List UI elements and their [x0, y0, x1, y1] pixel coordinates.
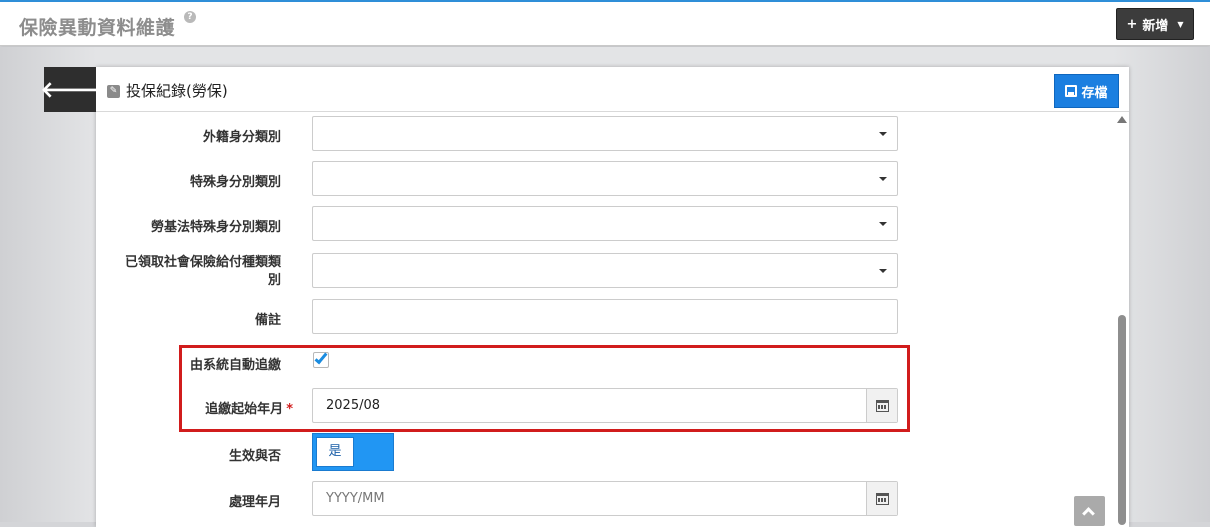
floppy-disk-icon	[1065, 85, 1078, 97]
effective-toggle[interactable]: 是	[312, 433, 394, 471]
card-title: 投保紀錄(勞保)	[126, 82, 228, 100]
add-new-label: 新增	[1142, 18, 1169, 34]
chevron-down-icon	[879, 269, 887, 273]
arrow-left-icon: 🡐	[40, 77, 100, 103]
save-button[interactable]: 存檔	[1054, 74, 1119, 108]
calendar-icon	[875, 399, 889, 412]
recover-start-calendar-button[interactable]	[866, 389, 897, 422]
process-month-label: 處理年月	[228, 495, 281, 510]
remarks-input[interactable]	[312, 299, 898, 334]
special-identity-select[interactable]	[312, 161, 898, 196]
labor-law-identity-select[interactable]	[312, 206, 898, 241]
card-header: ✎ 投保紀錄(勞保) 存檔	[96, 67, 1129, 112]
page-title: 保險異動資料維護	[19, 17, 176, 39]
effective-label: 生效與否	[228, 449, 281, 464]
checkmark-icon	[314, 350, 328, 365]
process-month-placeholder: YYYY/MM	[326, 491, 385, 506]
chevron-down-icon	[879, 222, 887, 226]
recover-start-label: 追繳起始年月 *	[113, 398, 293, 417]
foreign-identity-select[interactable]	[312, 116, 898, 151]
add-new-button[interactable]: + 新增 ▼	[1116, 8, 1194, 40]
auto-recover-checkbox[interactable]	[313, 350, 329, 368]
chevron-down-icon	[879, 177, 887, 181]
calendar-icon	[875, 492, 889, 505]
plus-icon: +	[1126, 16, 1138, 32]
chevron-up-icon	[1082, 507, 1095, 520]
recover-start-label-text: 追繳起始年月	[205, 402, 284, 417]
effective-toggle-value: 是	[316, 437, 354, 467]
help-icon[interactable]: ?	[184, 11, 196, 23]
labor-law-identity-label: 勞基法特殊身分別類別	[150, 220, 281, 235]
recover-start-value: 2025/08	[326, 398, 381, 413]
scrollbar-thumb[interactable]	[1118, 315, 1126, 525]
process-month-input[interactable]: YYYY/MM	[312, 481, 898, 516]
auto-recover-label: 由系統自動追繳	[189, 358, 281, 373]
page-header: 保險異動資料維護 ? + 新增 ▼	[0, 2, 1210, 46]
social-insurance-benefit-select[interactable]	[312, 253, 898, 288]
scroll-up-arrow-icon[interactable]	[1117, 116, 1127, 123]
chevron-down-icon	[879, 132, 887, 136]
social-insurance-benefit-label-line1: 已領取社會保險給付種類類	[124, 255, 281, 270]
back-button[interactable]: 🡐	[41, 67, 100, 112]
social-insurance-benefit-label-line2: 別	[267, 273, 281, 288]
process-month-calendar-button[interactable]	[866, 482, 897, 515]
remarks-label: 備註	[254, 313, 281, 328]
foreign-identity-label: 外籍身分類別	[202, 130, 281, 145]
save-label: 存檔	[1081, 85, 1108, 101]
social-insurance-benefit-label: 已領取社會保險給付種類類 別	[101, 254, 281, 290]
required-mark: *	[286, 402, 293, 417]
caret-down-icon: ▼	[1177, 19, 1184, 29]
special-identity-label: 特殊身分別類別	[189, 175, 281, 190]
recover-start-date-input[interactable]: 2025/08	[312, 388, 898, 423]
edit-icon: ✎	[107, 85, 120, 98]
